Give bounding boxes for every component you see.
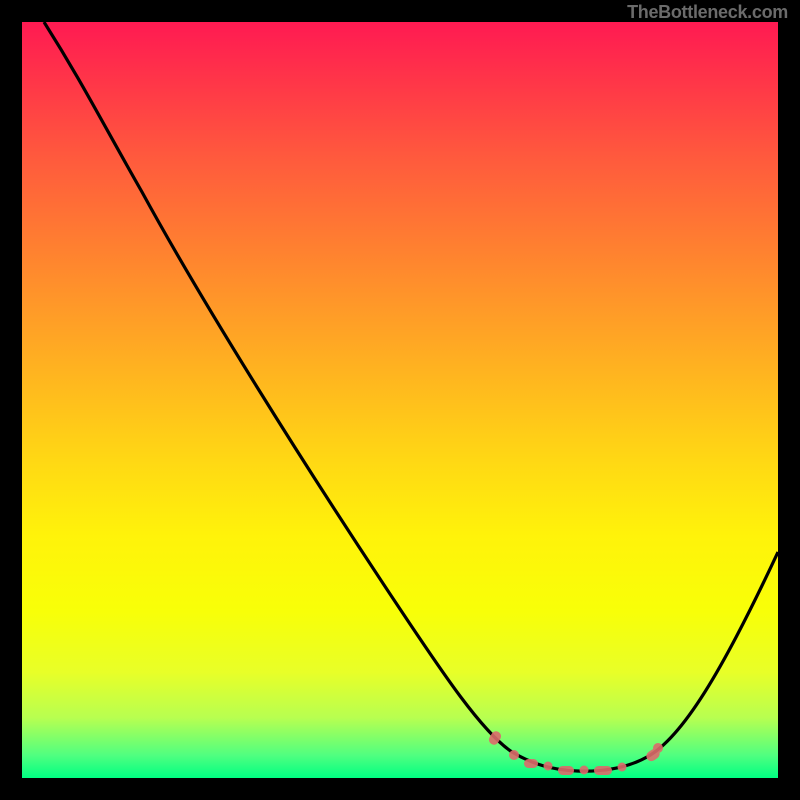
bottleneck-curve [44,22,778,771]
plot-area [22,22,778,778]
chart-container: TheBottleneck.com [0,0,800,800]
watermark-text: TheBottleneck.com [627,2,788,23]
curve-svg [22,22,778,778]
minimum-region-dots [487,729,663,775]
